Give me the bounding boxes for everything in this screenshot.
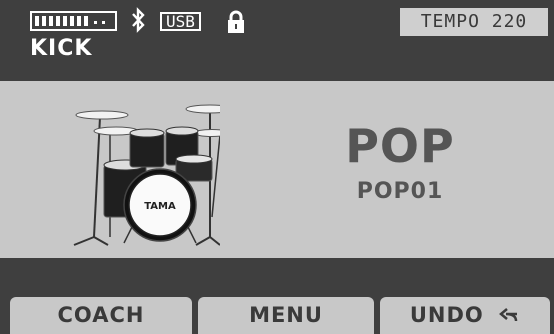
coach-button-label: COACH bbox=[57, 303, 145, 327]
kit-panel: TAMA POP POP01 bbox=[0, 81, 554, 258]
status-bar: USB KICK TEMPO 220 bbox=[0, 0, 554, 81]
drum-brand-logo: TAMA bbox=[144, 201, 176, 212]
instrument-label: KICK bbox=[30, 36, 93, 61]
lock-icon bbox=[228, 10, 244, 33]
undo-button[interactable]: UNDO bbox=[380, 297, 550, 334]
kit-name: POP bbox=[345, 119, 455, 173]
usb-indicator: USB bbox=[160, 12, 201, 31]
menu-button-label: MENU bbox=[249, 303, 323, 327]
drum-kit-icon: TAMA bbox=[73, 104, 220, 246]
bluetooth-icon bbox=[132, 7, 145, 33]
module-screen: USB KICK TEMPO 220 TAMA POP POP01 COACH … bbox=[0, 0, 554, 334]
kit-code: POP01 bbox=[356, 179, 444, 204]
undo-button-label: UNDO bbox=[409, 303, 484, 327]
softkey-bar: COACH MENU UNDO bbox=[0, 258, 554, 334]
undo-arrow-icon bbox=[499, 308, 518, 322]
tempo-display[interactable]: TEMPO 220 bbox=[400, 8, 548, 36]
battery-icon bbox=[30, 11, 117, 31]
coach-button[interactable]: COACH bbox=[10, 297, 192, 334]
menu-button[interactable]: MENU bbox=[198, 297, 374, 334]
